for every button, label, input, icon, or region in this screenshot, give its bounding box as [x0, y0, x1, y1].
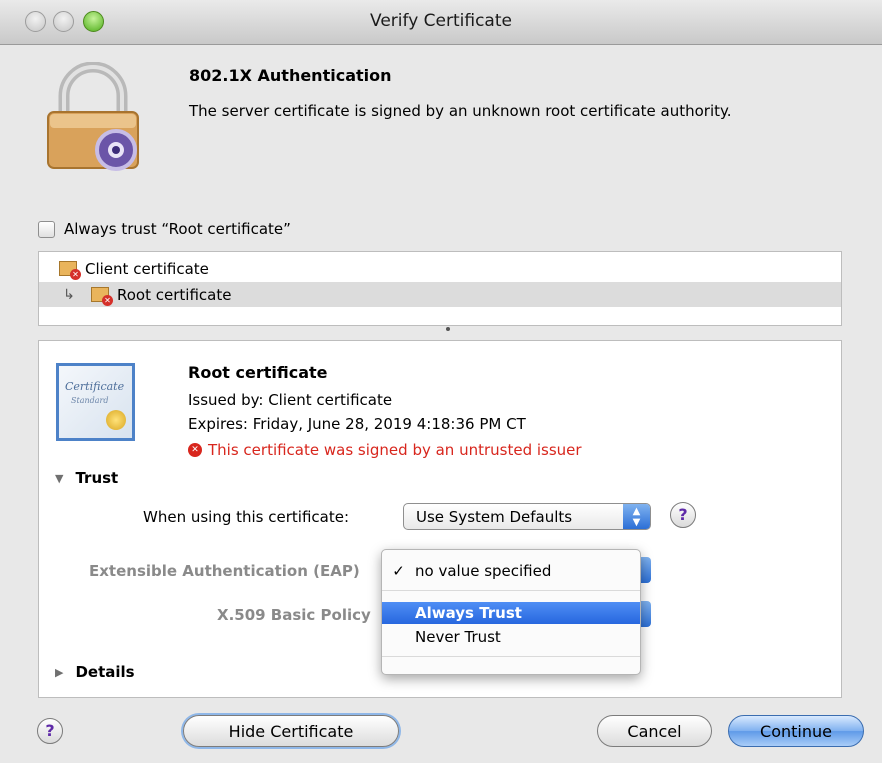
menu-item-no-value[interactable]: ✓ no value specified [382, 560, 640, 582]
when-using-select[interactable]: Use System Defaults ▲ ▼ [403, 503, 651, 530]
details-disclosure[interactable]: ▶ Details [55, 663, 135, 681]
menu-item-label: Never Trust [415, 628, 501, 646]
auth-heading: 802.1X Authentication [189, 66, 392, 85]
trust-section-label: Trust [75, 469, 119, 487]
select-value: Use System Defaults [416, 507, 573, 526]
continue-button[interactable]: Continue [728, 715, 864, 747]
certificate-title: Root certificate [188, 363, 328, 382]
trust-disclosure[interactable]: ▼ Trust [55, 469, 118, 487]
when-using-label: When using this certificate: [143, 508, 350, 526]
error-icon: ✕ [188, 443, 202, 457]
sub-item-arrow-icon: ↳ [63, 286, 75, 303]
always-trust-checkbox[interactable]: Always trust “Root certificate” [38, 220, 291, 238]
issued-by: Issued by: Client certificate [188, 391, 393, 409]
menu-item-label: no value specified [415, 562, 552, 580]
trust-popup-menu: ✓ no value specified Always Trust Never T… [381, 549, 641, 675]
details-section-label: Details [75, 663, 135, 681]
split-view-handle[interactable] [446, 327, 450, 331]
untrusted-warning: ✕ This certificate was signed by an untr… [188, 441, 582, 459]
menu-separator [382, 590, 640, 591]
invalid-certificate-icon: ✕ [91, 287, 113, 306]
seal-icon [106, 410, 126, 430]
invalid-certificate-icon: ✕ [59, 261, 81, 280]
verify-certificate-window: Verify Certificate 802.1X Authentication… [0, 0, 882, 763]
cancel-button[interactable]: Cancel [597, 715, 712, 747]
always-trust-label: Always trust “Root certificate” [64, 220, 291, 238]
title-bar: Verify Certificate [0, 0, 882, 45]
chain-item-client-certificate[interactable]: ✕ Client certificate [39, 256, 841, 281]
menu-item-label: Always Trust [415, 604, 522, 622]
menu-item-never-trust[interactable]: Never Trust [382, 626, 640, 648]
certificate-chain-list: ✕ Client certificate ↳ ✕ Root certificat… [38, 251, 842, 326]
chain-item-label: Client certificate [85, 259, 209, 278]
checkmark-icon: ✓ [392, 562, 405, 580]
trust-help-button[interactable]: ? [670, 502, 696, 528]
padlock-icon [47, 62, 139, 171]
checkbox-box[interactable] [38, 220, 55, 238]
window-title: Verify Certificate [370, 11, 512, 31]
disclosure-triangle-open-icon[interactable]: ▼ [55, 472, 63, 485]
menu-separator [382, 656, 640, 657]
eap-label: Extensible Authentication (EAP) [89, 562, 360, 580]
disclosure-triangle-closed-icon[interactable]: ▶ [55, 666, 63, 679]
chain-item-root-certificate[interactable]: ↳ ✕ Root certificate [39, 282, 841, 307]
certificate-icon: Certificate Standard [56, 363, 135, 441]
chain-item-label: Root certificate [117, 285, 232, 304]
select-arrows-icon[interactable]: ▲ ▼ [623, 504, 650, 529]
help-button[interactable]: ? [37, 718, 63, 744]
menu-item-always-trust[interactable]: Always Trust [382, 602, 640, 624]
expires: Expires: Friday, June 28, 2019 4:18:36 P… [188, 415, 526, 433]
x509-label: X.509 Basic Policy [217, 606, 371, 624]
auth-message: The server certificate is signed by an u… [189, 102, 732, 120]
hide-certificate-button[interactable]: Hide Certificate [183, 715, 399, 747]
warning-text: This certificate was signed by an untrus… [208, 441, 582, 459]
